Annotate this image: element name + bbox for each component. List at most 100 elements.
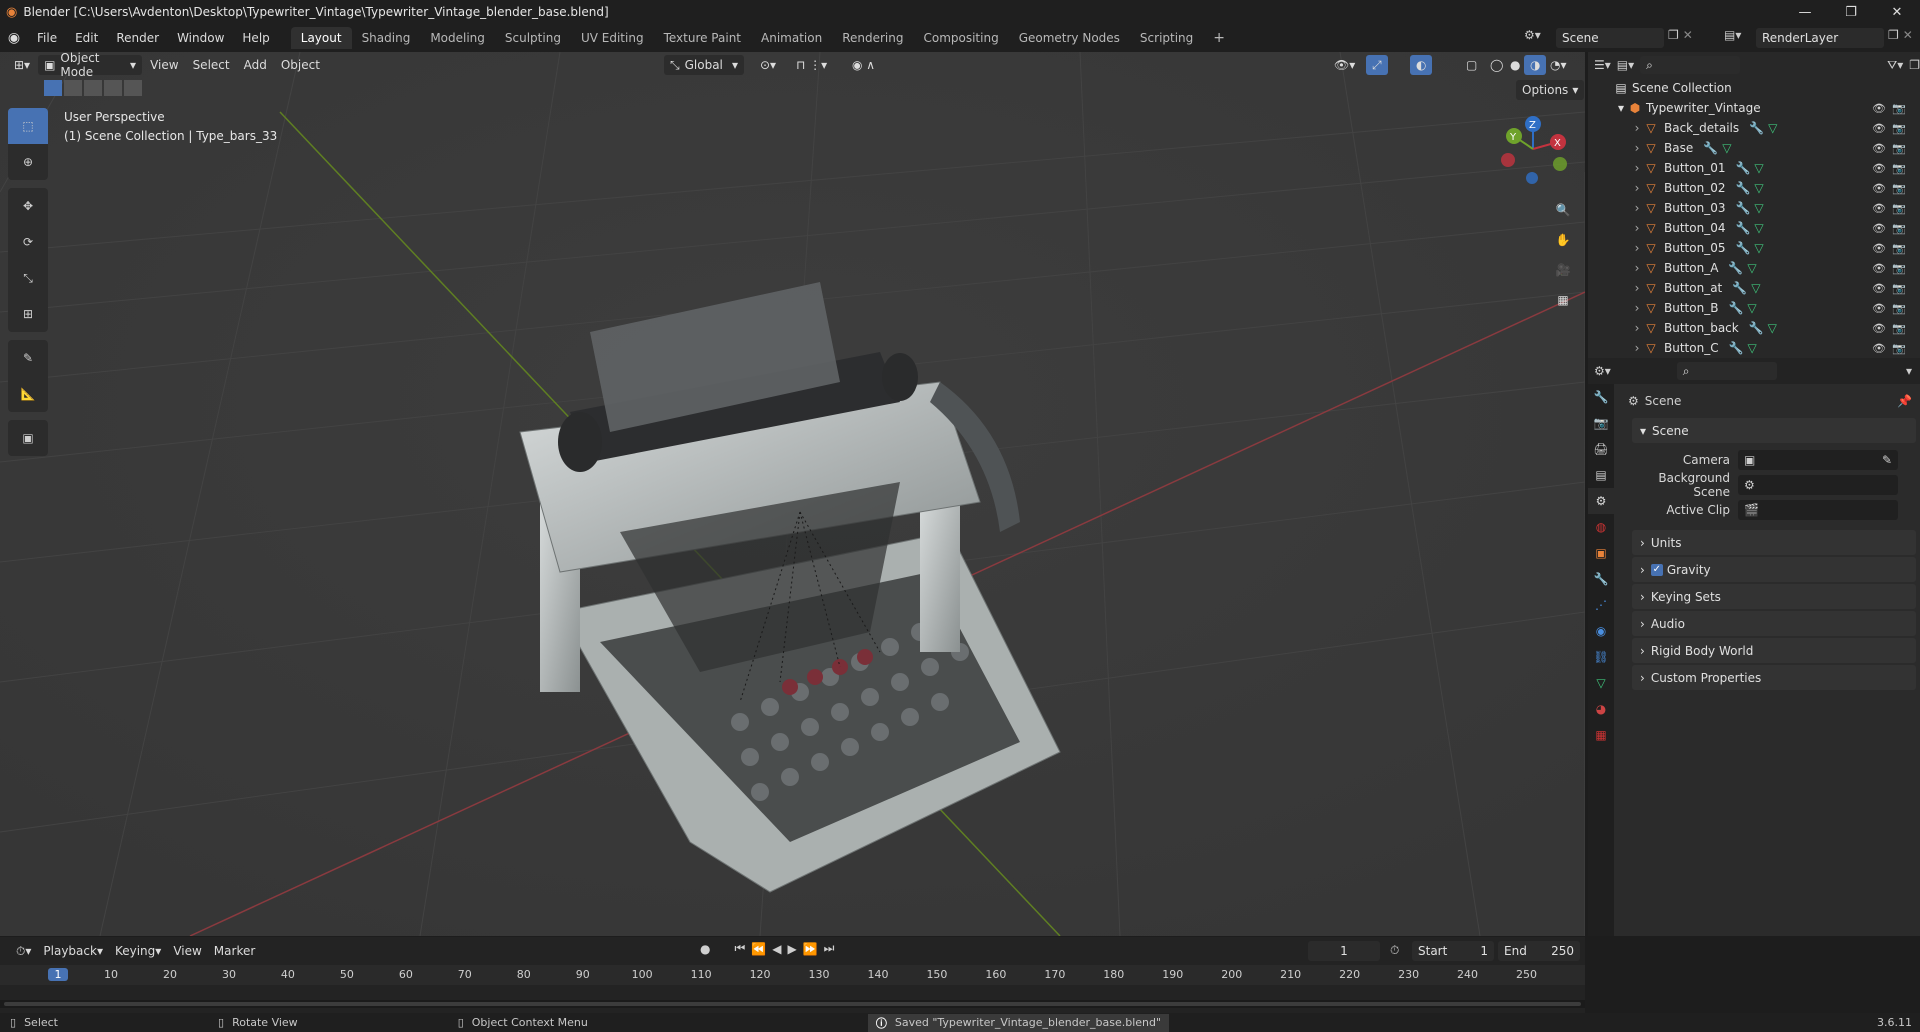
chevron-down-icon[interactable]: ▾ <box>1614 101 1628 115</box>
tab-shading[interactable]: Shading <box>352 27 421 49</box>
minimize-button[interactable]: — <box>1782 0 1828 24</box>
camera-view-icon[interactable]: 🎥 <box>1549 256 1577 284</box>
eye-icon[interactable]: 👁 <box>1872 262 1886 275</box>
tab-animation[interactable]: Animation <box>751 27 832 49</box>
menu-playback[interactable]: Playback ▾ <box>37 941 109 961</box>
menu-help[interactable]: Help <box>233 31 278 45</box>
eye-icon[interactable]: 👁 <box>1872 302 1886 315</box>
mode-dropdown[interactable]: ▣ Object Mode ▾ <box>38 51 143 79</box>
current-frame-field[interactable]: 1 <box>1308 941 1380 961</box>
chevron-down-icon[interactable]: ▾ <box>1906 364 1912 378</box>
eye-icon[interactable]: 👁 <box>1872 342 1886 355</box>
blender-menu-icon[interactable]: ◉ <box>0 30 28 46</box>
outliner-object-row[interactable]: › ▽ Button_04 🔧 ▽ 👁 📷 <box>1588 218 1920 238</box>
camera-icon[interactable]: 📷 <box>1892 222 1906 235</box>
chevron-right-icon[interactable]: › <box>1630 141 1644 155</box>
outliner-object-row[interactable]: › ▽ Button_03 🔧 ▽ 👁 📷 <box>1588 198 1920 218</box>
panel-units[interactable]: › Units <box>1632 530 1916 555</box>
pan-hand-icon[interactable]: ✋ <box>1549 226 1577 254</box>
add-cube-tool-icon[interactable]: ▣ <box>8 420 48 456</box>
transform-tool-icon[interactable]: ⊞ <box>8 296 48 332</box>
panel-rigid-body-world[interactable]: › Rigid Body World <box>1632 638 1916 663</box>
chevron-right-icon[interactable]: › <box>1630 341 1644 355</box>
menu-marker[interactable]: Marker <box>208 941 261 961</box>
filter-icon[interactable]: ⛛▾ <box>1887 58 1903 73</box>
camera-icon[interactable]: 📷 <box>1892 182 1906 195</box>
panel-custom-properties[interactable]: › Custom Properties <box>1632 665 1916 690</box>
xray-icon[interactable]: ▢ <box>1460 55 1483 75</box>
eye-icon[interactable]: 👁 <box>1872 142 1886 155</box>
camera-icon[interactable]: 📷 <box>1892 322 1906 335</box>
eye-icon[interactable]: 👁 <box>1872 282 1886 295</box>
scene-icon[interactable]: ⚙▾ <box>1524 28 1552 48</box>
transform-orientation-dropdown[interactable]: ⤡ Global ▾ <box>664 55 744 75</box>
snap-icon[interactable]: ⊓ ⋮▾ <box>790 55 833 75</box>
chevron-right-icon[interactable]: › <box>1630 181 1644 195</box>
record-icon[interactable]: ● <box>700 942 710 956</box>
new-collection-icon[interactable]: ❐ <box>1909 58 1920 72</box>
camera-icon[interactable]: 📷 <box>1892 122 1906 135</box>
timeline-editor-icon[interactable]: ⏱▾ <box>10 941 37 961</box>
camera-icon[interactable]: 📷 <box>1892 102 1906 115</box>
timeline-ruler[interactable]: 1 10 20 30 40 50 60 70 80 90 100 110 120 130 140 150 160… <box>0 965 1585 985</box>
play-icon[interactable]: ▶ <box>787 942 796 956</box>
outliner-object-row[interactable]: › ▽ Base 🔧 ▽ 👁 📷 <box>1588 138 1920 158</box>
output-tab-icon[interactable]: 🖨 <box>1588 436 1614 462</box>
end-frame-field[interactable]: End 250 <box>1498 941 1580 961</box>
3d-viewport[interactable] <box>0 52 1585 936</box>
new-view-layer-icon[interactable]: ❐ <box>1888 28 1899 48</box>
tab-rendering[interactable]: Rendering <box>832 27 913 49</box>
select-box-tool-icon[interactable]: ⬚ <box>8 108 48 144</box>
camera-icon[interactable]: 📷 <box>1892 142 1906 155</box>
chevron-right-icon[interactable]: › <box>1630 281 1644 295</box>
outliner-object-row[interactable]: › ▽ Button_01 🔧 ▽ 👁 📷 <box>1588 158 1920 178</box>
add-workspace-icon[interactable]: + <box>1203 26 1235 50</box>
chevron-right-icon[interactable]: › <box>1630 321 1644 335</box>
select-new-icon[interactable] <box>44 80 62 96</box>
next-keyframe-icon[interactable]: ⏩ <box>803 942 818 956</box>
tab-scripting[interactable]: Scripting <box>1130 27 1203 49</box>
chevron-right-icon[interactable]: › <box>1630 241 1644 255</box>
menu-timeline-view[interactable]: View <box>167 941 207 961</box>
menu-file[interactable]: File <box>28 31 66 45</box>
delete-scene-icon[interactable]: ✕ <box>1683 28 1693 48</box>
camera-icon[interactable]: 📷 <box>1892 242 1906 255</box>
eye-icon[interactable]: 👁 <box>1872 182 1886 195</box>
scene-tab-icon[interactable]: ⚙ <box>1588 488 1614 514</box>
outliner-object-row[interactable]: › ▽ Button_B 🔧 ▽ 👁 📷 <box>1588 298 1920 318</box>
camera-icon[interactable]: 📷 <box>1892 162 1906 175</box>
properties-editor-icon[interactable]: ⚙▾ <box>1594 364 1611 378</box>
chevron-right-icon[interactable]: › <box>1630 301 1644 315</box>
editor-type-icon[interactable]: ⊞▾ <box>8 55 36 75</box>
zoom-icon[interactable]: 🔍 <box>1549 196 1577 224</box>
pivot-icon[interactable]: ⊙▾ <box>754 55 782 75</box>
navigation-gizmo[interactable]: Z X Y <box>1496 112 1570 186</box>
tab-layout[interactable]: Layout <box>290 27 352 49</box>
texture-tab-icon[interactable]: ▦ <box>1588 722 1614 748</box>
view-layer-tab-icon[interactable]: ▤ <box>1588 462 1614 488</box>
select-invert-icon[interactable] <box>104 80 122 96</box>
maximize-button[interactable]: ❐ <box>1828 0 1874 24</box>
delete-view-layer-icon[interactable]: ✕ <box>1903 28 1913 48</box>
constraints-tab-icon[interactable]: ⛓ <box>1588 644 1614 670</box>
panel-gravity[interactable]: › ✓ Gravity <box>1632 557 1916 582</box>
pin-icon[interactable]: 📌 <box>1897 394 1912 408</box>
outliner-collection-row[interactable]: ▾ ⬢ Typewriter_Vintage 👁 📷 <box>1588 98 1920 118</box>
outliner-object-row[interactable]: › ▽ Button_02 🔧 ▽ 👁 📷 <box>1588 178 1920 198</box>
camera-icon[interactable]: 📷 <box>1892 262 1906 275</box>
chevron-right-icon[interactable]: › <box>1630 261 1644 275</box>
jump-end-icon[interactable]: ⏭ <box>824 941 835 956</box>
modifier-tab-icon[interactable]: 🔧 <box>1588 566 1614 592</box>
chevron-right-icon[interactable]: › <box>1630 201 1644 215</box>
tab-texture-paint[interactable]: Texture Paint <box>654 27 751 49</box>
menu-view[interactable]: View <box>144 55 184 75</box>
tool-tab-icon[interactable]: 🔧 <box>1588 384 1614 410</box>
menu-add[interactable]: Add <box>238 55 273 75</box>
shading-rendered-icon[interactable]: ◔▾ <box>1544 55 1573 75</box>
camera-icon[interactable]: 📷 <box>1892 302 1906 315</box>
tab-compositing[interactable]: Compositing <box>913 27 1008 49</box>
render-layer-field[interactable]: RenderLayer <box>1756 28 1884 48</box>
scene-field[interactable]: Scene <box>1556 28 1664 48</box>
overlay-toggle-icon[interactable]: ◐ <box>1410 55 1433 75</box>
eye-icon[interactable]: 👁 <box>1872 162 1886 175</box>
